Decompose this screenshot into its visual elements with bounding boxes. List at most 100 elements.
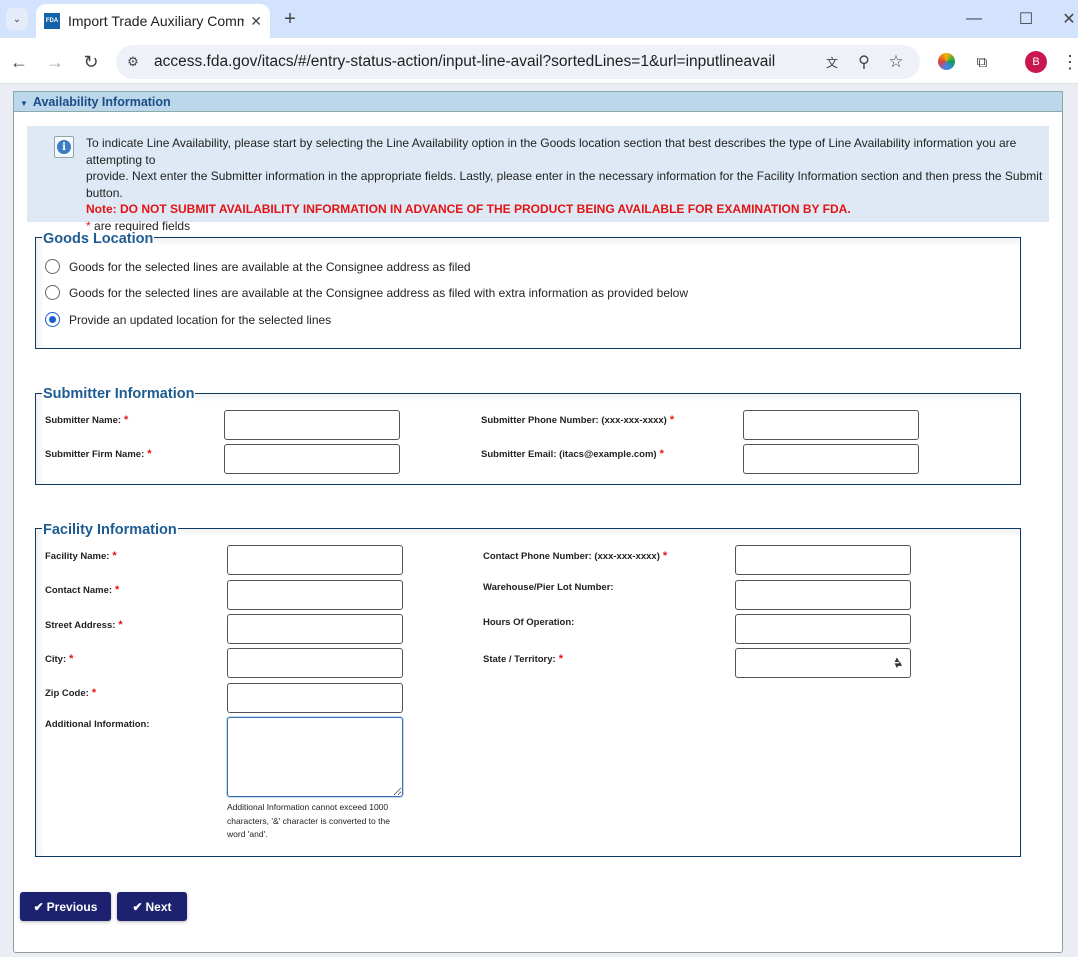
required-star: *: [662, 550, 668, 562]
info-note: Note: DO NOT SUBMIT AVAILABILITY INFORMA…: [86, 202, 851, 216]
panel-header[interactable]: ▼ Availability Information: [13, 91, 1063, 112]
field-label-text: Submitter Email: (itacs@example.com): [481, 449, 657, 460]
radio-label: Goods for the selected lines are availab…: [69, 259, 471, 274]
field-label-text: Warehouse/Pier Lot Number:: [483, 582, 614, 593]
panel-title: Availability Information: [32, 95, 171, 109]
field-label-text: Submitter Firm Name:: [45, 449, 145, 460]
city-label: City: *: [45, 653, 73, 665]
close-tab-icon[interactable]: ✕: [250, 13, 262, 30]
zoom-icon[interactable]: ⚲: [854, 51, 874, 73]
hours-label: Hours Of Operation:: [483, 617, 574, 628]
close-window-icon[interactable]: ✕: [1060, 8, 1078, 30]
info-box: To indicate Line Availability, please st…: [27, 126, 1049, 233]
goods-location-legend: Goods Location: [42, 231, 155, 247]
field-label-text: Contact Name:: [45, 585, 113, 596]
previous-button[interactable]: ✔ Previous: [20, 892, 111, 921]
profile-avatar[interactable]: B: [1025, 51, 1047, 73]
submitter-email-input[interactable]: [743, 444, 919, 474]
submitter-firm-input[interactable]: [224, 444, 400, 474]
check-icon: ✔: [33, 899, 44, 914]
field-label-text: Contact Phone Number: (xxx-xxx-xxxx): [483, 551, 660, 562]
required-star: *: [112, 550, 117, 562]
info-icon: i: [54, 136, 74, 158]
check-icon: ✔: [132, 899, 143, 914]
info-text-line1: To indicate Line Availability, please st…: [86, 136, 1017, 167]
field-label-text: Additional Information:: [45, 719, 150, 730]
radio-label: Provide an updated location for the sele…: [69, 312, 332, 327]
extension-icon[interactable]: [938, 53, 955, 70]
contact-name-input[interactable]: [227, 580, 403, 610]
field-label-text: Zip Code:: [45, 688, 89, 699]
submitter-name-input[interactable]: [224, 410, 400, 440]
additional-info-label: Additional Information:: [45, 719, 150, 730]
field-label-text: Submitter Phone Number: (xxx-xxx-xxxx): [481, 415, 667, 426]
address-bar[interactable]: access.fda.gov/itacs/#/entry-status-acti…: [116, 45, 920, 79]
url-text: access.fda.gov/itacs/#/entry-status-acti…: [154, 53, 776, 70]
goods-option-updated-location[interactable]: Provide an updated location for the sele…: [45, 312, 331, 327]
submitter-legend: Submitter Information: [42, 386, 196, 402]
zip-code-label: Zip Code: *: [45, 687, 96, 699]
reload-icon[interactable]: ↻: [80, 51, 102, 73]
warehouse-lot-label: Warehouse/Pier Lot Number:: [483, 582, 614, 593]
street-address-label: Street Address: *: [45, 619, 123, 631]
contact-phone-label: Contact Phone Number: (xxx-xxx-xxxx) *: [483, 550, 667, 562]
radio-button-selected[interactable]: [45, 312, 60, 327]
submitter-name-label: Submitter Name: *: [45, 414, 128, 426]
radio-label: Goods for the selected lines are availab…: [69, 285, 689, 300]
bookmark-star-icon[interactable]: ☆: [886, 51, 906, 73]
tab-title: Import Trade Auxiliary Comm: [68, 13, 245, 29]
contact-name-label: Contact Name: *: [45, 584, 119, 596]
select-updown-icon: ▲ ▼: [893, 655, 901, 670]
maximize-icon[interactable]: ☐: [1014, 8, 1038, 30]
required-star: *: [115, 584, 120, 596]
field-label-text: Facility Name:: [45, 551, 110, 562]
radio-button[interactable]: [45, 285, 60, 300]
fda-favicon-icon: FDA: [44, 13, 60, 29]
facility-fieldset: [35, 528, 1021, 857]
required-star: *: [558, 653, 563, 665]
state-label: State / Territory: *: [483, 653, 563, 665]
goods-option-consignee-extra[interactable]: Goods for the selected lines are availab…: [45, 285, 688, 300]
browser-tab[interactable]: FDA Import Trade Auxiliary Comm ✕: [36, 4, 270, 38]
facility-name-input[interactable]: [227, 545, 403, 575]
required-star: *: [669, 414, 675, 426]
submitter-firm-label: Submitter Firm Name: *: [45, 448, 152, 460]
translate-icon[interactable]: 文: [822, 51, 842, 73]
goods-option-consignee[interactable]: Goods for the selected lines are availab…: [45, 259, 471, 274]
required-star: *: [147, 448, 152, 460]
additional-info-help: Additional Information cannot exceed 100…: [227, 802, 390, 839]
additional-info-textarea[interactable]: [227, 717, 403, 797]
extensions-puzzle-icon[interactable]: ⧉: [972, 51, 992, 73]
city-input[interactable]: [227, 648, 403, 678]
state-select[interactable]: ▴: [735, 648, 911, 678]
minimize-icon[interactable]: —: [962, 8, 986, 30]
menu-icon[interactable]: ⋮: [1061, 51, 1078, 73]
facility-name-label: Facility Name: *: [45, 550, 117, 562]
required-star: *: [124, 414, 129, 426]
radio-button[interactable]: [45, 259, 60, 274]
field-label-text: Submitter Name:: [45, 415, 122, 426]
zip-code-input[interactable]: [227, 683, 403, 713]
required-star: *: [91, 687, 97, 699]
submitter-phone-input[interactable]: [743, 410, 919, 440]
tab-search-chevron-icon[interactable]: ⌄: [6, 8, 28, 30]
hours-input[interactable]: [735, 614, 911, 644]
contact-phone-input[interactable]: [735, 545, 911, 575]
required-star: *: [118, 619, 123, 631]
back-icon[interactable]: ←: [8, 51, 30, 73]
facility-legend: Facility Information: [42, 522, 178, 538]
field-label-text: Street Address:: [45, 620, 116, 631]
next-button[interactable]: ✔ Next: [117, 892, 187, 921]
field-label-text: City:: [45, 654, 67, 665]
info-text-line2: provide. Next enter the Submitter inform…: [86, 169, 1043, 200]
field-label-text: State / Territory:: [483, 654, 556, 665]
warehouse-lot-input[interactable]: [735, 580, 911, 610]
collapse-triangle-icon: ▼: [20, 99, 28, 108]
submitter-phone-label: Submitter Phone Number: (xxx-xxx-xxxx) *: [481, 414, 674, 426]
field-label-text: Hours Of Operation:: [483, 617, 575, 628]
required-star: *: [69, 653, 74, 665]
new-tab-icon[interactable]: +: [280, 8, 300, 30]
street-address-input[interactable]: [227, 614, 403, 644]
site-settings-icon[interactable]: ⚙: [122, 51, 144, 73]
forward-icon[interactable]: →: [44, 51, 66, 73]
